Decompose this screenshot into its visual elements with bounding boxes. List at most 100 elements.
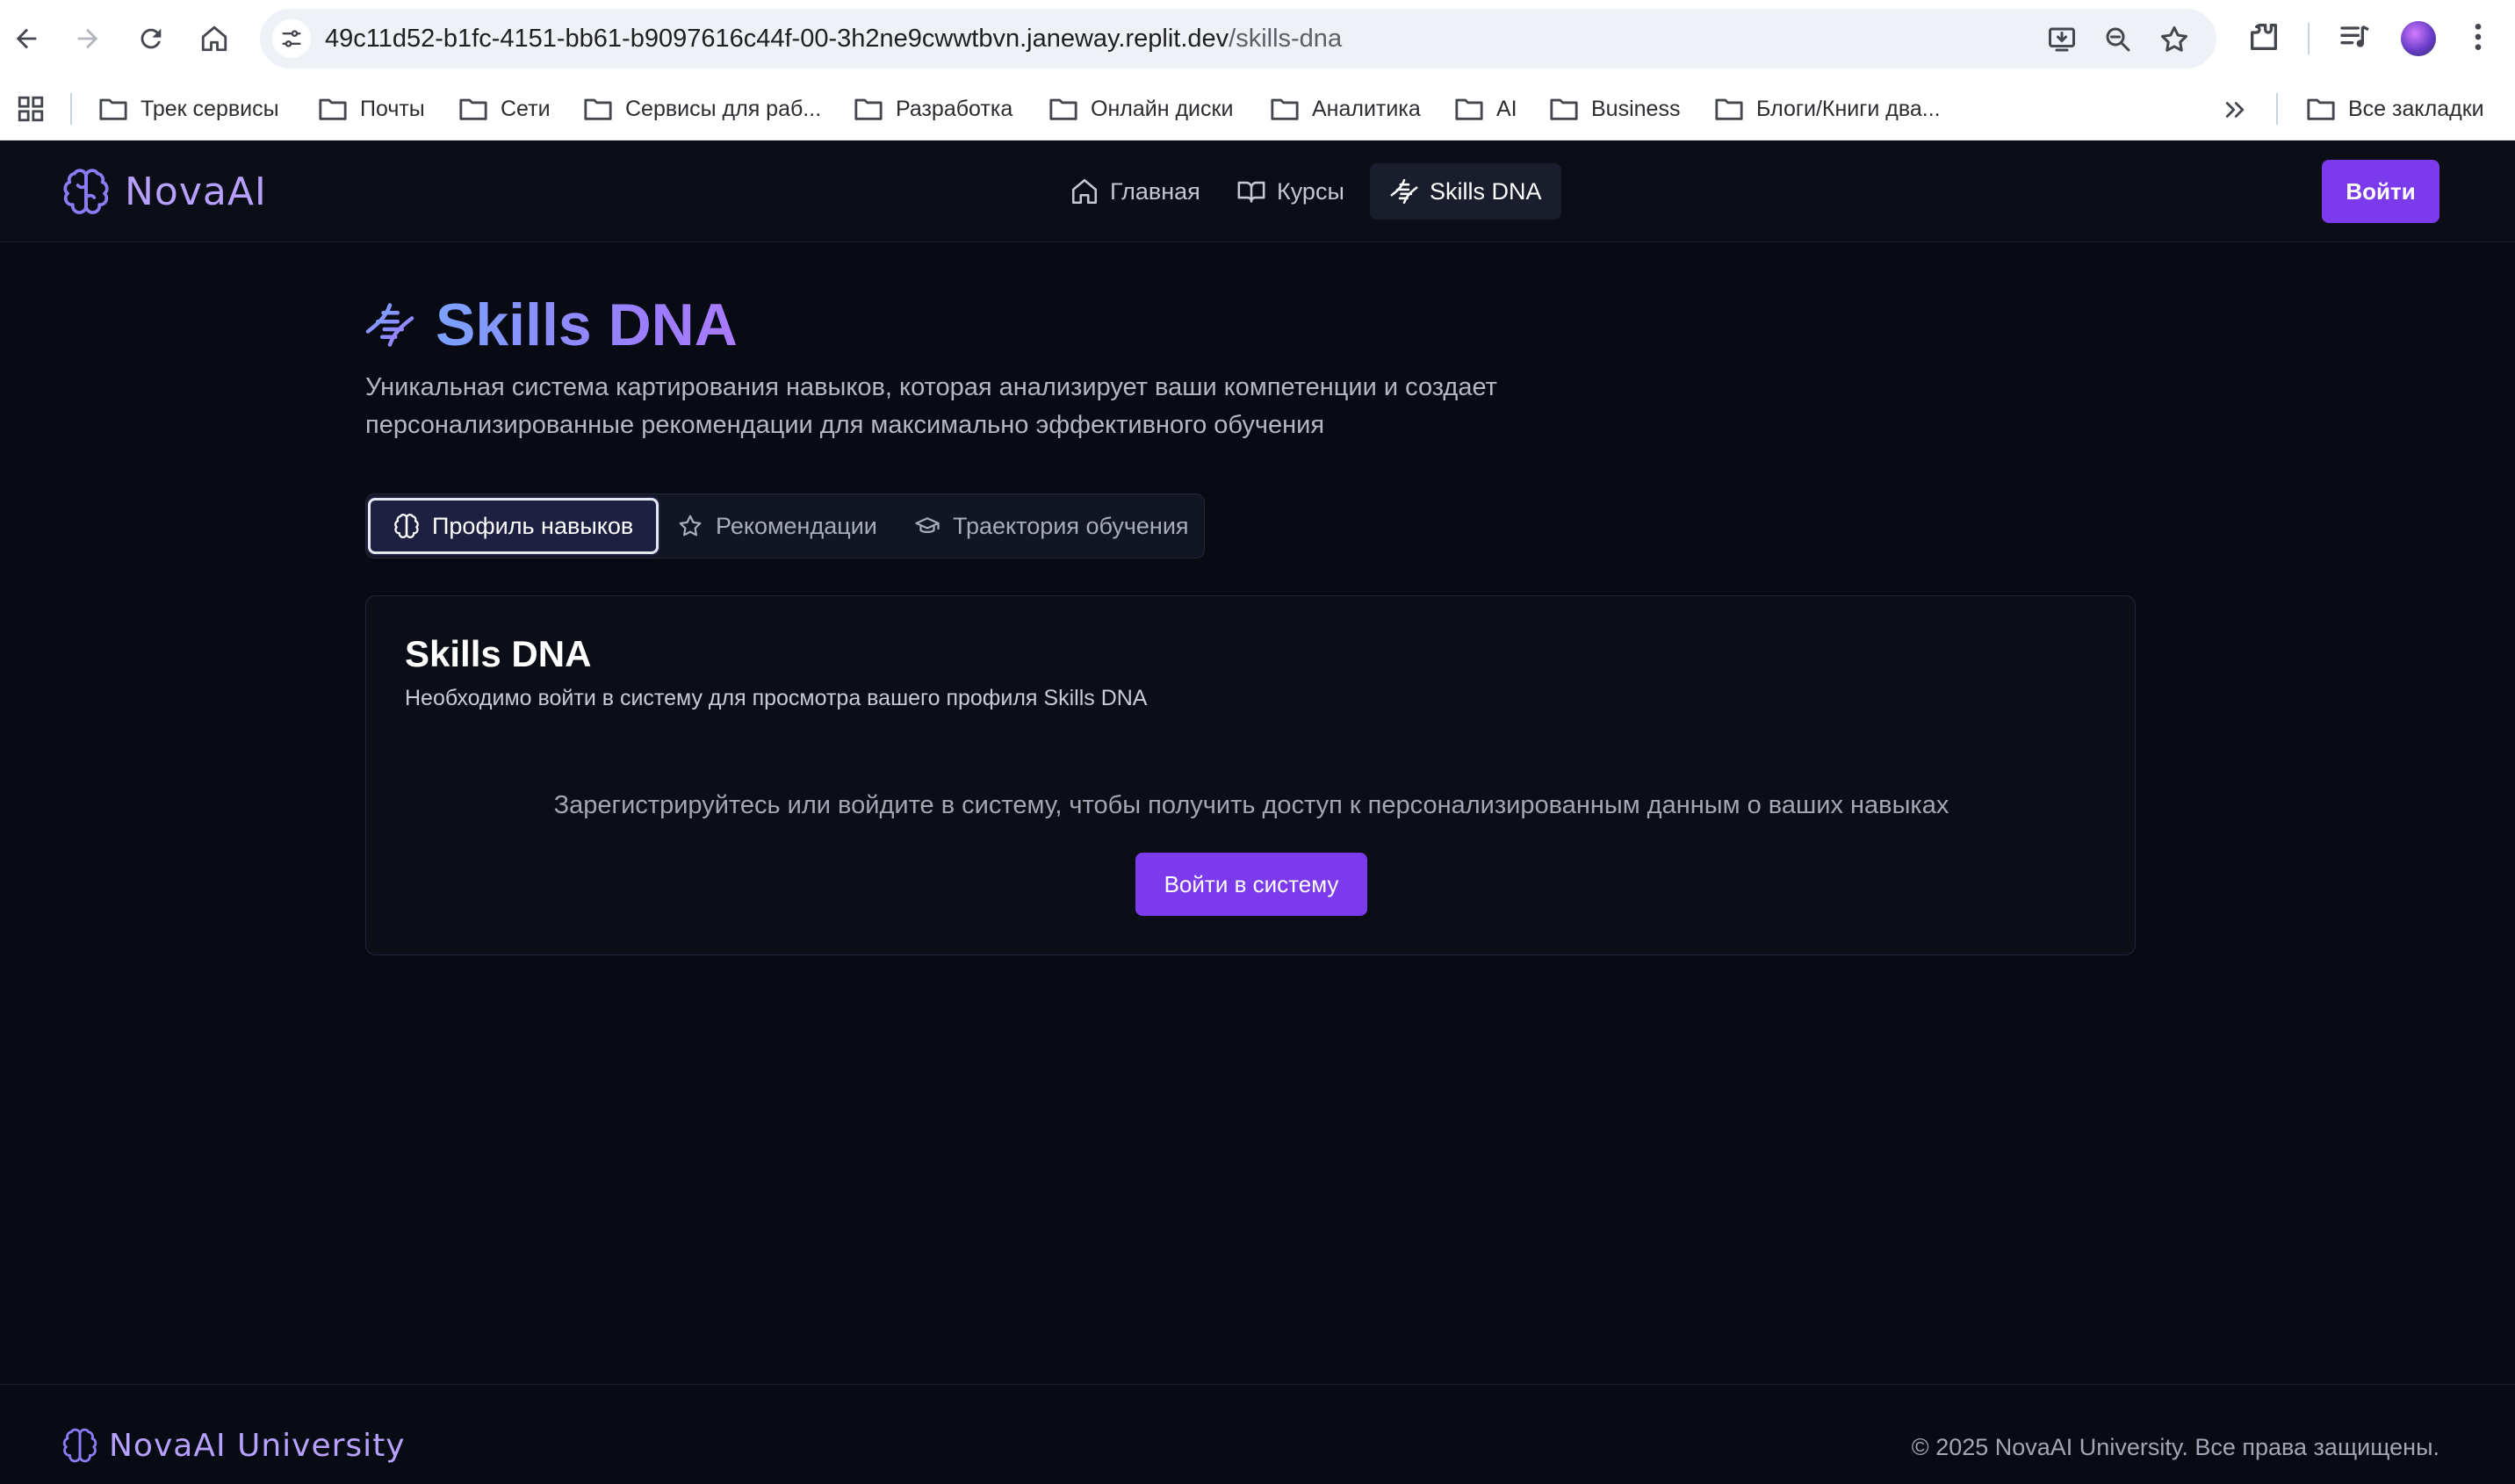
- folder-icon: [459, 98, 487, 120]
- folder-icon: [1455, 98, 1483, 120]
- graduation-cap-icon: [915, 517, 940, 533]
- home-icon: [201, 25, 227, 52]
- logo-text: NovaAI: [125, 169, 267, 214]
- copyright: © 2025 NovaAI University. Все права защи…: [1911, 1434, 2439, 1460]
- bookmark-folder[interactable]: Блоги/Книги два...: [1714, 77, 1941, 140]
- address-bar[interactable]: 49c11d52-b1fc-4151-bb61-b9097616c44f-00-…: [260, 9, 2216, 68]
- folder-icon: [2307, 98, 2335, 120]
- bookmark-folder[interactable]: Онлайн диски: [1049, 77, 1233, 140]
- bookmark-label: Сервисы для раб...: [625, 96, 822, 121]
- bookmark-label: AI: [1496, 96, 1517, 121]
- reload-button[interactable]: [130, 18, 172, 60]
- bookmark-folder[interactable]: Сервисы для раб...: [583, 77, 821, 140]
- tab-learning-path[interactable]: Траектория обучения: [891, 498, 1212, 554]
- nav-courses[interactable]: Курсы: [1217, 163, 1364, 220]
- all-bookmarks[interactable]: Все закладки: [2306, 77, 2484, 140]
- sign-in-button[interactable]: Войти в систему: [1135, 853, 1367, 916]
- folder-icon: [1271, 98, 1299, 120]
- bookmark-label: Business: [1591, 96, 1681, 121]
- star-icon: [679, 515, 702, 537]
- menu-icon[interactable]: [2461, 19, 2496, 54]
- page-description: Уникальная система картирования навыков,…: [365, 369, 1647, 444]
- bookmark-label: Онлайн диски: [1091, 96, 1234, 121]
- card-subtitle: Необходимо войти в систему для просмотра…: [405, 686, 1148, 710]
- bookmarks-divider: [2276, 93, 2278, 125]
- bookmarks-bar: Трек сервисы Почты Сети Сервисы для раб.…: [0, 77, 2515, 140]
- nav-home[interactable]: Главная: [1050, 163, 1220, 220]
- bookmark-folder[interactable]: Сети: [458, 77, 551, 140]
- star-icon[interactable]: [2158, 24, 2190, 55]
- browser-toolbar: 49c11d52-b1fc-4151-bb61-b9097616c44f-00-…: [0, 0, 2515, 77]
- tab-list: Профиль навыков Рекомендации Траектория …: [365, 493, 1205, 558]
- back-button[interactable]: [5, 18, 47, 60]
- dna-icon: [1390, 178, 1418, 205]
- url-text[interactable]: 49c11d52-b1fc-4151-bb61-b9097616c44f-00-…: [325, 9, 1342, 68]
- back-icon: [16, 28, 37, 49]
- footer-logo[interactable]: NovaAI University: [61, 1427, 406, 1464]
- forward-icon: [77, 28, 98, 49]
- tab-recommendations[interactable]: Рекомендации: [654, 498, 900, 554]
- home-icon: [1071, 178, 1098, 205]
- reload-icon: [141, 28, 162, 49]
- brain-icon: [63, 169, 109, 214]
- tab-recommendations-label: Рекомендации: [716, 512, 877, 539]
- page-description-line-2: персонализированные рекомендации для мак…: [365, 411, 1325, 439]
- bookmark-label: Аналитика: [1312, 96, 1421, 121]
- url-path: /skills-dna: [1229, 25, 1343, 53]
- home-button[interactable]: [193, 18, 235, 60]
- folder-icon: [99, 98, 127, 120]
- dna-icon: [365, 303, 414, 347]
- site-info-button[interactable]: [272, 19, 311, 58]
- profile-avatar[interactable]: [2401, 21, 2436, 56]
- page-title: Skills DNA: [436, 292, 738, 358]
- bookmark-label: Блоги/Книги два...: [1756, 96, 1941, 121]
- bookmark-folder[interactable]: Трек сервисы: [98, 77, 279, 140]
- page-description-line-1: Уникальная система картирования навыков,…: [365, 373, 1497, 401]
- bookmark-label: Разработка: [896, 96, 1013, 121]
- card-message: Зарегистрируйтесь или войдите в систему,…: [553, 791, 1949, 819]
- bookmark-folder[interactable]: Аналитика: [1270, 77, 1421, 140]
- book-icon: [1237, 181, 1265, 203]
- toolbar-divider: [2308, 23, 2310, 54]
- folder-icon: [1049, 98, 1077, 120]
- forward-button[interactable]: [67, 18, 109, 60]
- chevron-double-right-icon[interactable]: [2222, 97, 2248, 123]
- install-icon[interactable]: [2046, 24, 2078, 55]
- tab-learning-path-label: Траектория обучения: [953, 512, 1189, 539]
- tune-icon: [282, 30, 301, 47]
- folder-icon: [1715, 98, 1743, 120]
- url-host: 49c11d52-b1fc-4151-bb61-b9097616c44f-00-…: [325, 25, 1229, 53]
- bookmark-folder[interactable]: AI: [1454, 77, 1517, 140]
- bookmark-label: Почты: [360, 96, 425, 121]
- bookmark-folder[interactable]: Почты: [318, 77, 425, 140]
- app-header: NovaAI Главная Курсы Skills DNA Войти: [0, 140, 2515, 242]
- bookmarks-divider: [70, 93, 72, 125]
- extensions-icon[interactable]: [2246, 19, 2281, 54]
- zoom-icon[interactable]: [2102, 24, 2134, 55]
- folder-icon: [584, 98, 612, 120]
- bookmark-folder[interactable]: Business: [1549, 77, 1680, 140]
- folder-icon: [1550, 98, 1578, 120]
- all-bookmarks-label: Все закладки: [2348, 96, 2484, 121]
- page-header: Skills DNA: [364, 290, 738, 360]
- brain-icon: [394, 514, 419, 538]
- folder-icon: [854, 98, 883, 120]
- footer: NovaAI University © 2025 NovaAI Universi…: [0, 1384, 2515, 1484]
- media-icon[interactable]: [2338, 19, 2373, 54]
- nav-skills-dna-label: Skills DNA: [1430, 177, 1542, 205]
- bookmark-folder[interactable]: Разработка: [854, 77, 1012, 140]
- card-title: Skills DNA: [405, 633, 592, 674]
- nav-courses-label: Курсы: [1277, 177, 1344, 205]
- bookmark-label: Сети: [501, 96, 551, 121]
- brain-icon: [62, 1428, 97, 1463]
- folder-icon: [319, 98, 347, 120]
- apps-icon[interactable]: [16, 94, 46, 124]
- login-button[interactable]: Войти: [2322, 160, 2439, 223]
- skills-dna-card: Skills DNA Необходимо войти в систему дл…: [365, 595, 2136, 955]
- tab-skills-profile-label: Профиль навыков: [432, 512, 634, 539]
- nav-home-label: Главная: [1110, 177, 1200, 205]
- bookmark-label: Трек сервисы: [141, 96, 279, 121]
- logo[interactable]: NovaAI: [61, 165, 267, 218]
- nav-skills-dna[interactable]: Skills DNA: [1370, 163, 1561, 220]
- tab-skills-profile[interactable]: Профиль навыков: [368, 498, 659, 554]
